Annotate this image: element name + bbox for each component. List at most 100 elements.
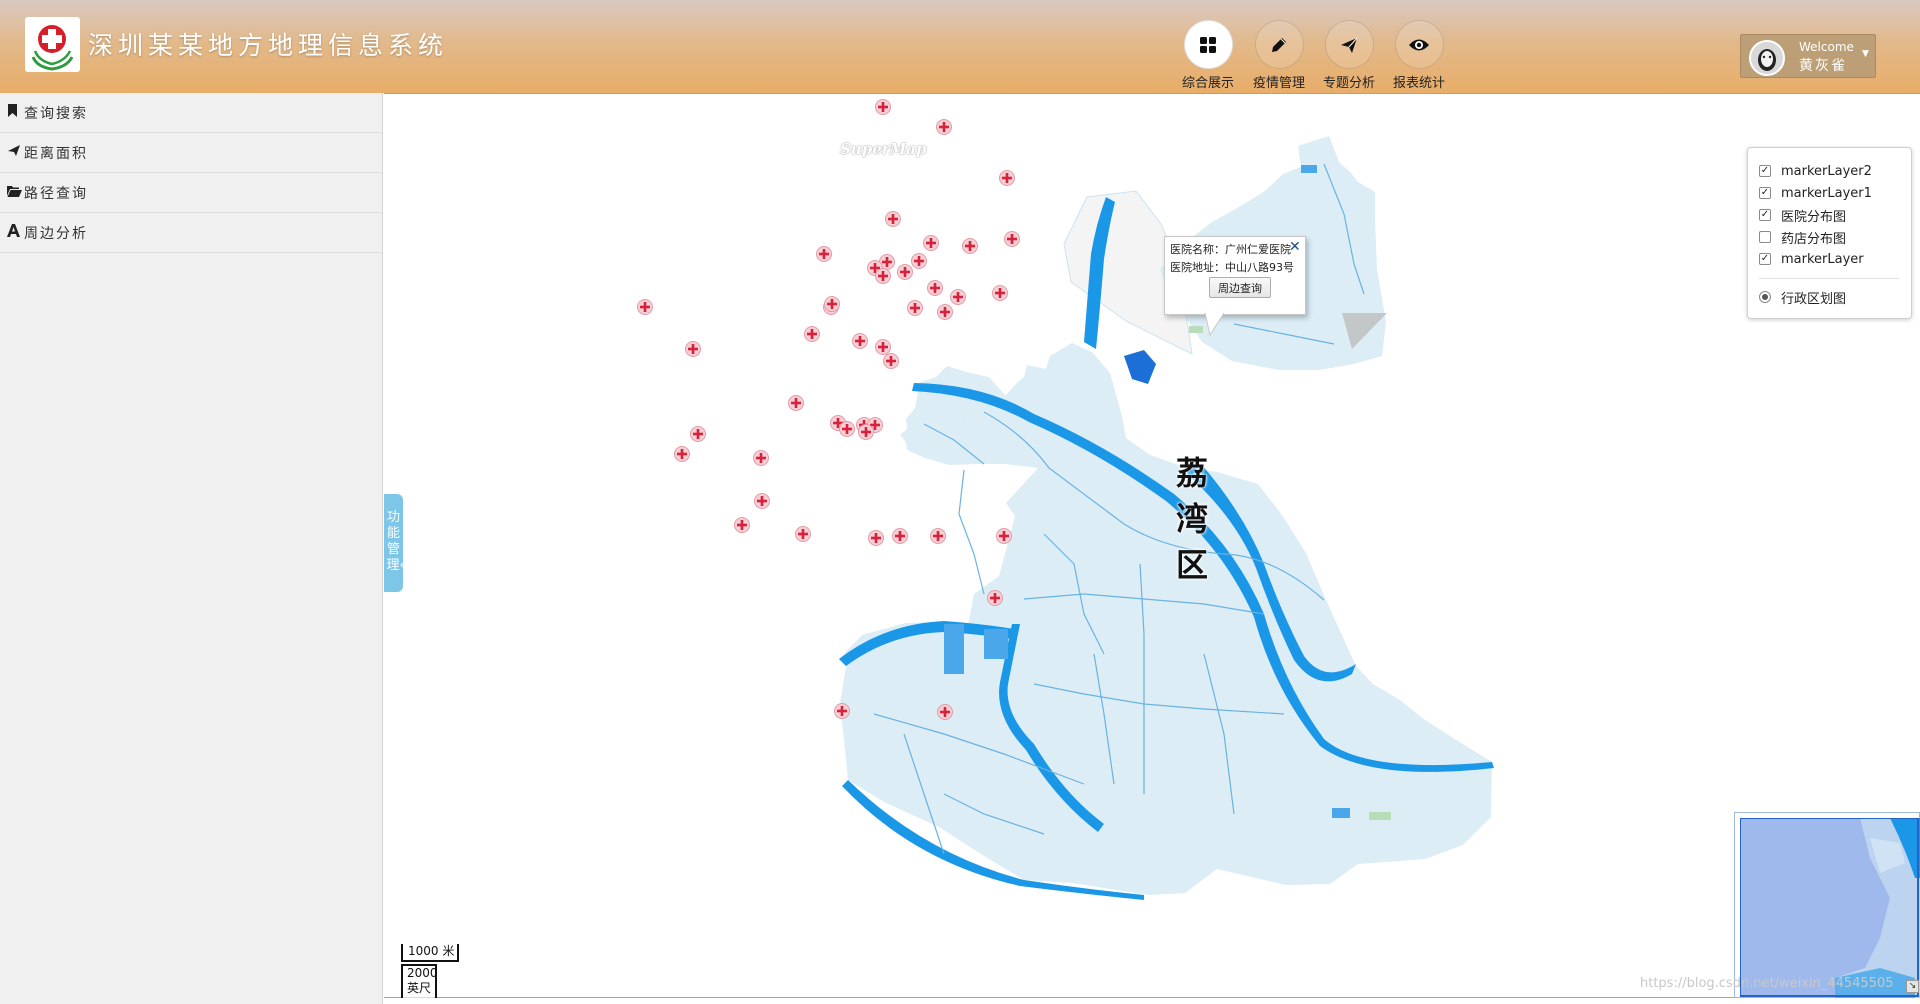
hospital-marker[interactable] [999, 170, 1015, 186]
nearby-query-button[interactable]: 周边查询 [1209, 277, 1271, 298]
sidebar-item-label: 查询搜索 [24, 105, 88, 122]
nav-analysis-button[interactable]: 专题分析 [1319, 20, 1379, 91]
folder-open-icon [7, 185, 24, 201]
base-layer-option[interactable]: 行政区划图 [1759, 286, 1911, 308]
nav-epidemic-button[interactable]: 疫情管理 [1249, 20, 1309, 91]
layer-option[interactable]: ✓ markerLayer1 [1759, 182, 1911, 204]
map-view[interactable]: SuperMap [384, 93, 1920, 998]
sidebar-item-label: 距离面积 [24, 145, 88, 162]
layer-label: 药店分布图 [1781, 231, 1847, 247]
hospital-marker[interactable] [795, 526, 811, 542]
hospital-marker[interactable] [927, 280, 943, 296]
layer-option[interactable]: ✓ 医院分布图 [1759, 204, 1911, 226]
checkbox-checked-icon: ✓ [1759, 209, 1771, 221]
hospital-marker[interactable] [897, 264, 913, 280]
hospital-marker[interactable] [875, 339, 891, 355]
pond [944, 624, 964, 674]
district-label-char: 区 [1175, 546, 1208, 584]
username: 黄灰雀 [1799, 58, 1847, 74]
sidebar-item-search[interactable]: 查询搜索 [0, 93, 382, 133]
nav-overview-label: 综合展示 [1181, 76, 1234, 91]
overview-map-canvas [1740, 818, 1920, 998]
watermark-text: https://blog.csdn.net/weixin_44545505 [1640, 976, 1894, 991]
hospital-marker[interactable] [907, 300, 923, 316]
hospital-marker[interactable] [923, 235, 939, 251]
layer-label: markerLayer2 [1781, 163, 1872, 179]
layer-label: markerLayer [1781, 251, 1864, 267]
radio-selected-icon [1759, 291, 1771, 303]
layer-option[interactable]: 药店分布图 [1759, 226, 1911, 248]
hospital-marker[interactable] [1004, 231, 1020, 247]
sidebar-item-measure[interactable]: 距离面积 [0, 133, 382, 173]
function-panel-toggle[interactable]: 功能管理« [384, 494, 407, 592]
pond [1301, 165, 1317, 173]
eye-icon [1394, 20, 1444, 69]
hospital-marker[interactable] [930, 528, 946, 544]
welcome-text: Welcome [1799, 40, 1854, 54]
pond [984, 629, 1008, 659]
hospital-marker[interactable] [788, 395, 804, 411]
hospital-marker[interactable] [987, 590, 1003, 606]
hospital-marker[interactable] [858, 424, 874, 440]
hospital-marker[interactable] [637, 299, 653, 315]
caret-down-icon: ▼ [1862, 49, 1869, 59]
sidebar-item-nearby[interactable]: 周边分析 [0, 213, 382, 253]
hospital-marker[interactable] [936, 119, 952, 135]
nav-overview-button[interactable]: 综合展示 [1178, 20, 1238, 91]
hospital-marker[interactable] [911, 253, 927, 269]
hospital-marker[interactable] [996, 528, 1012, 544]
hospital-marker[interactable] [824, 296, 840, 312]
hospital-marker[interactable] [883, 353, 899, 369]
hospital-marker[interactable] [754, 493, 770, 509]
sidebar-item-route[interactable]: 路径查询 [0, 173, 382, 213]
layer-option[interactable]: ✓ markerLayer2 [1759, 160, 1911, 182]
overview-toggle-button[interactable]: ↘ [1906, 980, 1919, 993]
hospital-marker[interactable] [685, 341, 701, 357]
district-label-char: 荔 [1175, 454, 1208, 492]
location-arrow-icon [7, 144, 24, 161]
avatar [1749, 40, 1785, 76]
scale-imperial-unit: 英尺 [407, 981, 432, 995]
hospital-marker[interactable] [937, 304, 953, 320]
hospital-marker[interactable] [950, 289, 966, 305]
checkbox-checked-icon: ✓ [1759, 253, 1771, 265]
hospital-marker[interactable] [937, 704, 953, 720]
sidebar-item-label: 路径查询 [24, 185, 88, 202]
font-icon [7, 224, 24, 241]
hospital-marker[interactable] [868, 530, 884, 546]
bookmark-icon [7, 104, 24, 121]
overview-map[interactable] [1734, 812, 1920, 998]
hospital-marker[interactable] [892, 528, 908, 544]
hospital-marker[interactable] [690, 426, 706, 442]
scale-bar-imperial: 2000 英尺 [401, 964, 438, 998]
hospital-marker[interactable] [885, 211, 901, 227]
green-patch [1189, 326, 1203, 333]
layer-option[interactable]: ✓ markerLayer [1759, 248, 1911, 270]
popup-hospital-address: 医院地址：中山八路93号 [1170, 261, 1294, 274]
hospital-marker[interactable] [839, 421, 855, 437]
supermap-logo: SuperMap [840, 140, 927, 158]
checkbox-checked-icon: ✓ [1759, 187, 1771, 199]
divider [1759, 278, 1899, 279]
popup-hospital-name: 医院名称：广州仁爱医院 [1170, 243, 1291, 256]
hospital-marker[interactable] [734, 517, 750, 533]
pond [1332, 808, 1350, 818]
close-icon[interactable]: ✕ [1289, 239, 1301, 255]
checkbox-checked-icon: ✓ [1759, 165, 1771, 177]
hospital-marker[interactable] [992, 285, 1008, 301]
hospital-marker[interactable] [852, 333, 868, 349]
hospital-marker[interactable] [875, 268, 891, 284]
hospital-marker[interactable] [753, 450, 769, 466]
scale-imperial-value: 2000 [407, 966, 438, 980]
user-menu[interactable]: Welcome 黄灰雀 ▼ [1740, 34, 1876, 78]
hospital-marker[interactable] [962, 238, 978, 254]
green-patch [1369, 812, 1391, 820]
hospital-marker[interactable] [875, 99, 891, 115]
district-label: 荔湾区 [1172, 450, 1212, 588]
hospital-marker[interactable] [834, 703, 850, 719]
hospital-marker[interactable] [816, 246, 832, 262]
hospital-marker[interactable] [674, 446, 690, 462]
scale-bar-metric: 1000 米 [401, 944, 459, 962]
hospital-marker[interactable] [804, 326, 820, 342]
nav-report-button[interactable]: 报表统计 [1389, 20, 1449, 91]
